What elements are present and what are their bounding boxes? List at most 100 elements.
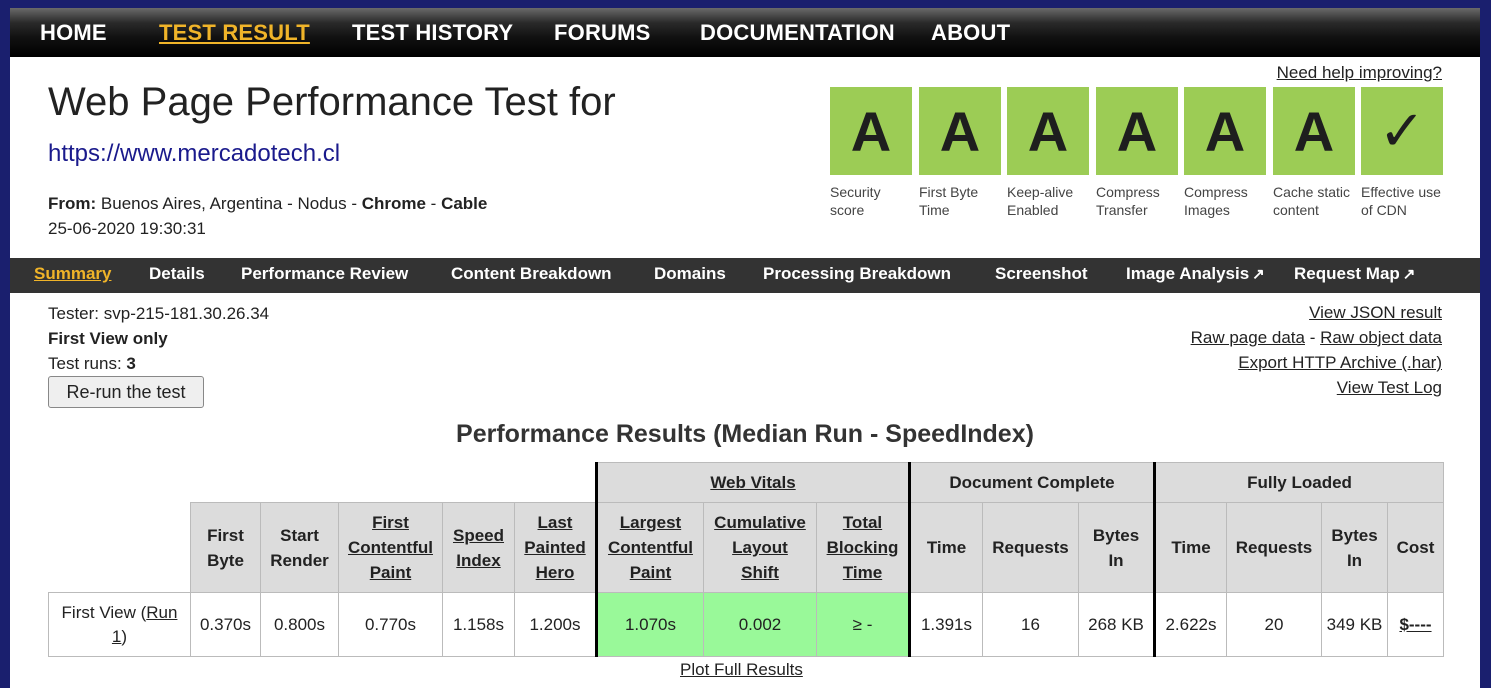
header-tbt[interactable]: Total Blocking Time [816, 502, 910, 593]
page-title: Web Page Performance Test for [48, 80, 616, 124]
view-test-log-link[interactable]: View Test Log [1337, 378, 1442, 397]
tab-image-analysis[interactable]: Image Analysis ↗ [1126, 264, 1265, 284]
header-doc-bytes: Bytes In [1078, 502, 1155, 593]
tab-processing-breakdown[interactable]: Processing Breakdown [763, 264, 951, 284]
cell-tbt: ≥ - [816, 592, 910, 657]
nav-about[interactable]: ABOUT [931, 20, 1010, 46]
nav-test-history[interactable]: TEST HISTORY [352, 20, 513, 46]
from-sep: - [425, 194, 442, 213]
grade-label: Effective use of CDN [1361, 184, 1441, 218]
grade-compress-images[interactable]: A Compress Images [1184, 87, 1266, 219]
grade-label: First Byte Time [919, 184, 979, 218]
tab-performance-review[interactable]: Performance Review [241, 264, 408, 284]
results-title: Performance Results (Median Run - SpeedI… [456, 420, 1034, 448]
plot-full-results-link[interactable]: Plot Full Results [680, 660, 803, 680]
external-link-icon: ↗ [1252, 266, 1265, 283]
browser-name: Chrome [361, 194, 426, 213]
raw-page-data-link[interactable]: Raw page data [1191, 328, 1305, 347]
rerun-test-button[interactable]: Re-run the test [48, 376, 204, 408]
grade-cdn[interactable]: ✓ Effective use of CDN [1361, 87, 1443, 219]
cell-last-painted-hero: 1.200s [514, 592, 597, 657]
grade-label: Cache static content [1273, 184, 1351, 218]
grade-label: Compress Images [1184, 184, 1248, 218]
group-document-complete: Document Complete [908, 462, 1155, 503]
test-runs: Test runs: 3 [48, 354, 136, 374]
grade-value: A [830, 87, 912, 175]
cell-lcp: 1.070s [595, 592, 704, 657]
links-separator: - [1304, 328, 1321, 347]
cell-fcp: 0.770s [338, 592, 443, 657]
grade-value: A [919, 87, 1001, 175]
from-label: From: [48, 194, 97, 213]
cost-link[interactable]: $---- [1399, 615, 1431, 634]
grade-security[interactable]: A Security score [830, 87, 912, 219]
header-cls[interactable]: Cumulative Layout Shift [703, 502, 817, 593]
cell-doc-requests: 16 [982, 592, 1079, 657]
cell-speed-index: 1.158s [442, 592, 515, 657]
page-frame: HOME TEST RESULT TEST HISTORY FORUMS DOC… [10, 8, 1480, 688]
header-full-requests: Requests [1226, 502, 1322, 593]
tab-screenshot[interactable]: Screenshot [995, 264, 1088, 284]
test-date: 25-06-2020 19:30:31 [48, 219, 206, 238]
header-last-painted-hero[interactable]: Last Painted Hero [514, 502, 597, 593]
grade-cache-static[interactable]: A Cache static content [1273, 87, 1355, 219]
header-full-bytes: Bytes In [1321, 502, 1388, 593]
header-speed-index[interactable]: Speed Index [442, 502, 515, 593]
view-json-link[interactable]: View JSON result [1309, 303, 1442, 322]
nav-forums[interactable]: FORUMS [554, 20, 651, 46]
cell-cls: 0.002 [703, 592, 817, 657]
connection-type: Cable [441, 194, 488, 213]
runs-count: 3 [126, 354, 136, 373]
results-table: Web Vitals Document Complete Fully Loade… [48, 462, 1444, 657]
cell-start-render: 0.800s [260, 592, 339, 657]
tab-label: Image Analysis [1126, 264, 1250, 283]
header-fcp[interactable]: First Contentful Paint [338, 502, 443, 593]
cell-full-time: 2.622s [1153, 592, 1227, 657]
cell-first-byte: 0.370s [190, 592, 261, 657]
header-doc-time: Time [908, 502, 983, 593]
group-fully-loaded: Fully Loaded [1153, 462, 1444, 503]
header-start-render: Start Render [260, 502, 339, 593]
check-icon: ✓ [1361, 87, 1443, 175]
grade-label: Compress Transfer [1096, 184, 1160, 218]
cell-full-requests: 20 [1226, 592, 1322, 657]
nav-home[interactable]: HOME [40, 20, 107, 46]
tab-details[interactable]: Details [149, 264, 205, 284]
grade-label: Keep-alive Enabled [1007, 184, 1074, 218]
tested-url-link[interactable]: https://www.mercadotech.cl [48, 140, 340, 168]
header-doc-requests: Requests [982, 502, 1079, 593]
cell-doc-time: 1.391s [908, 592, 983, 657]
header-cost: Cost [1387, 502, 1444, 593]
runs-label: Test runs: [48, 354, 127, 373]
grade-label: Security score [830, 184, 881, 218]
row-label: First View (Run 1) [48, 592, 191, 657]
export-har-link[interactable]: Export HTTP Archive (.har) [1238, 353, 1442, 372]
tab-request-map[interactable]: Request Map ↗ [1294, 264, 1415, 284]
grade-compress-transfer[interactable]: A Compress Transfer [1096, 87, 1178, 219]
top-nav: HOME TEST RESULT TEST HISTORY FORUMS DOC… [10, 8, 1480, 57]
header-lcp[interactable]: Largest Contentful Paint [595, 502, 704, 593]
table-row: First View (Run 1) 0.370s 0.800s 0.770s … [48, 592, 1444, 657]
need-help-link[interactable]: Need help improving? [1277, 63, 1442, 83]
tab-domains[interactable]: Domains [654, 264, 726, 284]
tab-content-breakdown[interactable]: Content Breakdown [451, 264, 612, 284]
from-text: Buenos Aires, Argentina - Nodus - [96, 194, 362, 213]
nav-test-result[interactable]: TEST RESULT [159, 20, 310, 46]
nav-documentation[interactable]: DOCUMENTATION [700, 20, 895, 46]
grade-keep-alive[interactable]: A Keep-alive Enabled [1007, 87, 1089, 219]
tester-info: Tester: svp-215-181.30.26.34 [48, 304, 270, 323]
header-first-byte: First Byte [190, 502, 261, 593]
cell-doc-bytes: 268 KB [1078, 592, 1155, 657]
raw-object-data-link[interactable]: Raw object data [1320, 328, 1442, 347]
grade-value: A [1184, 87, 1266, 175]
view-mode: First View only [48, 329, 168, 348]
grade-first-byte[interactable]: A First Byte Time [919, 87, 1001, 219]
tab-label: Request Map [1294, 264, 1400, 283]
external-link-icon: ↗ [1402, 266, 1416, 283]
group-web-vitals[interactable]: Web Vitals [595, 462, 910, 503]
test-location: From: Buenos Aires, Argentina - Nodus - … [48, 194, 487, 214]
cell-cost[interactable]: $---- [1387, 592, 1444, 657]
tab-summary[interactable]: Summary [34, 264, 111, 284]
cell-full-bytes: 349 KB [1321, 592, 1388, 657]
grade-value: A [1273, 87, 1355, 175]
